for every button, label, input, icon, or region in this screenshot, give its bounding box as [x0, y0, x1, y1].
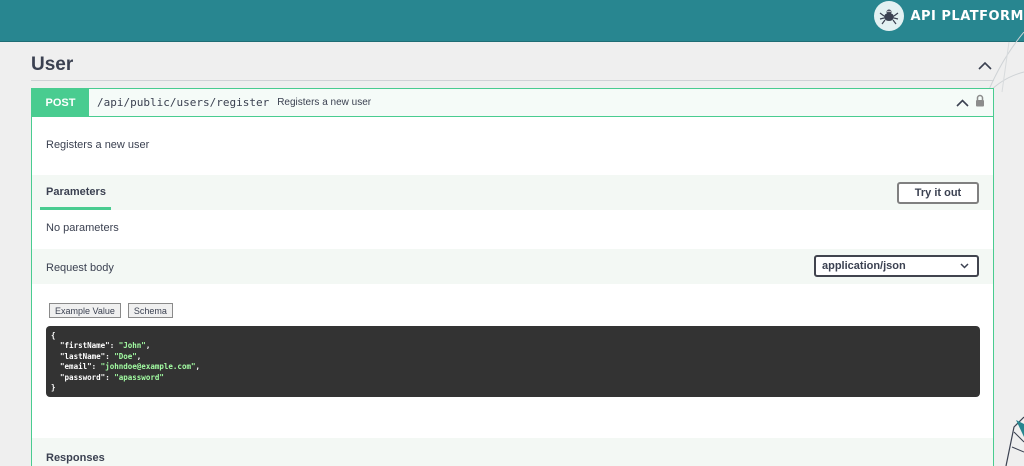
code-line: "email": "johndoe@example.com",: [60, 362, 201, 372]
request-body-label: Request body: [46, 262, 114, 274]
code-close-brace: }: [51, 383, 56, 393]
chevron-up-icon[interactable]: [956, 94, 969, 112]
try-it-out-button[interactable]: Try it out: [897, 182, 979, 204]
section-header-user[interactable]: User: [31, 50, 994, 81]
tab-underline: [40, 207, 111, 210]
tab-example-value[interactable]: Example Value: [49, 303, 121, 318]
spider-logo-icon: [874, 1, 905, 31]
brand-name: API PLATFORM: [910, 8, 1024, 24]
top-bar: API PLATFORM: [0, 0, 1024, 42]
section-title: User: [31, 54, 74, 75]
example-tabs: Example Value Schema: [49, 303, 173, 318]
method-badge: POST: [32, 88, 89, 117]
content-type-value: application/json: [822, 260, 906, 272]
operation-path[interactable]: /api/public/users/register: [97, 96, 269, 109]
responses-title: Responses: [46, 452, 105, 464]
code-line: "password": "apassword": [60, 372, 164, 382]
summary-controls: [956, 89, 985, 117]
parameters-header: [32, 175, 993, 210]
content-type-select[interactable]: application/json: [814, 255, 979, 277]
code-open-brace: {: [51, 331, 56, 340]
operation-summary-text: Registers a new user: [277, 97, 372, 108]
operation-description: Registers a new user: [46, 139, 150, 151]
no-parameters-text: No parameters: [46, 222, 119, 234]
tab-parameters[interactable]: Parameters: [46, 186, 106, 198]
operation-block: POST /api/public/users/register Register…: [31, 88, 994, 466]
tab-schema[interactable]: Schema: [127, 303, 173, 318]
lock-icon[interactable]: [975, 94, 985, 112]
responses-header: [32, 438, 993, 466]
operation-summary[interactable]: POST /api/public/users/register Register…: [32, 88, 993, 117]
brand[interactable]: API PLATFORM: [874, 0, 1024, 32]
example-code-block[interactable]: { "firstName": "John", "lastName": "Doe"…: [46, 326, 980, 397]
chevron-up-icon[interactable]: [976, 56, 994, 74]
code-line: "lastName": "Doe",: [60, 351, 142, 361]
code-line: "firstName": "John",: [60, 341, 151, 351]
chevron-down-icon: [960, 260, 969, 272]
